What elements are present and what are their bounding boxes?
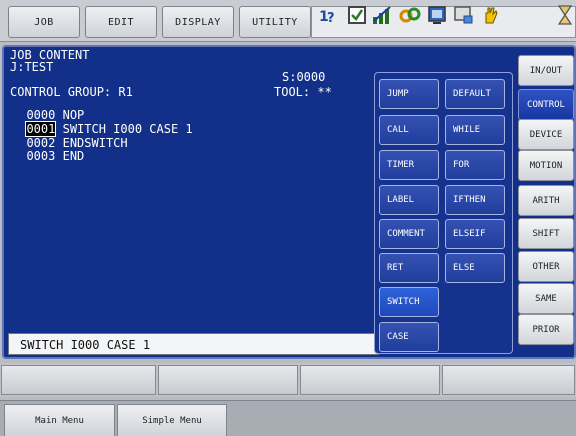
- category-device-button[interactable]: DEVICE: [518, 119, 574, 150]
- step-number: S:0000: [282, 70, 326, 84]
- main-menu-tab[interactable]: Main Menu: [4, 404, 115, 436]
- tool-number: TOOL: **: [274, 85, 332, 99]
- category-shift-button[interactable]: SHIFT: [518, 218, 574, 249]
- tool-coordinate-icon: [399, 4, 421, 26]
- instruction-jump-button[interactable]: JUMP: [379, 79, 439, 109]
- hourglass-icon: [557, 4, 573, 26]
- utility-menu-button[interactable]: UTILITY: [239, 6, 311, 38]
- hand-teach-icon: [480, 4, 502, 26]
- instruction-ret-button[interactable]: RET: [379, 253, 439, 283]
- signal-strength-icon: [372, 4, 394, 26]
- category-control-button[interactable]: CONTROL: [518, 89, 574, 120]
- job-line[interactable]: 0003 END: [12, 138, 84, 162]
- monitor-check-icon: [453, 4, 475, 26]
- category-motion-button[interactable]: MOTION: [518, 150, 574, 181]
- function-key-1[interactable]: [1, 365, 156, 395]
- input-line[interactable]: SWITCH I000 CASE 1: [8, 333, 379, 355]
- category-prior-button[interactable]: PRIOR: [518, 314, 574, 345]
- instruction-while-button[interactable]: WHILE: [445, 115, 505, 145]
- simple-menu-tab[interactable]: Simple Menu: [117, 404, 227, 436]
- instruction-case-button[interactable]: CASE: [379, 322, 439, 352]
- instruction-call-button[interactable]: CALL: [379, 115, 439, 145]
- job-menu-button[interactable]: JOB: [8, 6, 80, 38]
- category-other-button[interactable]: OTHER: [518, 251, 574, 282]
- instruction-else-button[interactable]: ELSE: [445, 253, 505, 283]
- instruction-ifthen-button[interactable]: IFTHEN: [445, 185, 505, 215]
- display-menu-button[interactable]: DISPLAY: [162, 6, 234, 38]
- category-inout-button[interactable]: IN/OUT: [518, 55, 574, 86]
- instruction-timer-button[interactable]: TIMER: [379, 150, 439, 180]
- instruction-elseif-button[interactable]: ELSEIF: [445, 219, 505, 249]
- instruction-default-button[interactable]: DEFAULT: [445, 79, 505, 109]
- instruction-switch-button[interactable]: SWITCH: [379, 287, 439, 317]
- display-icon: [426, 4, 448, 26]
- check-box-icon: [346, 4, 368, 26]
- category-same-button[interactable]: SAME: [518, 283, 574, 314]
- svg-text:?: ?: [327, 11, 335, 26]
- instruction-for-button[interactable]: FOR: [445, 150, 505, 180]
- instruction-label-button[interactable]: LABEL: [379, 185, 439, 215]
- edit-menu-button[interactable]: EDIT: [85, 6, 157, 38]
- job-status-icon: 1?: [318, 4, 340, 26]
- line-number: 0003: [26, 149, 56, 163]
- function-key-2[interactable]: [158, 365, 298, 395]
- line-instruction: END: [62, 149, 85, 163]
- instruction-comment-button[interactable]: COMMENT: [379, 219, 439, 249]
- function-key-4[interactable]: [442, 365, 575, 395]
- function-key-3[interactable]: [300, 365, 440, 395]
- category-arith-button[interactable]: ARITH: [518, 185, 574, 216]
- job-name: J:TEST: [10, 60, 54, 74]
